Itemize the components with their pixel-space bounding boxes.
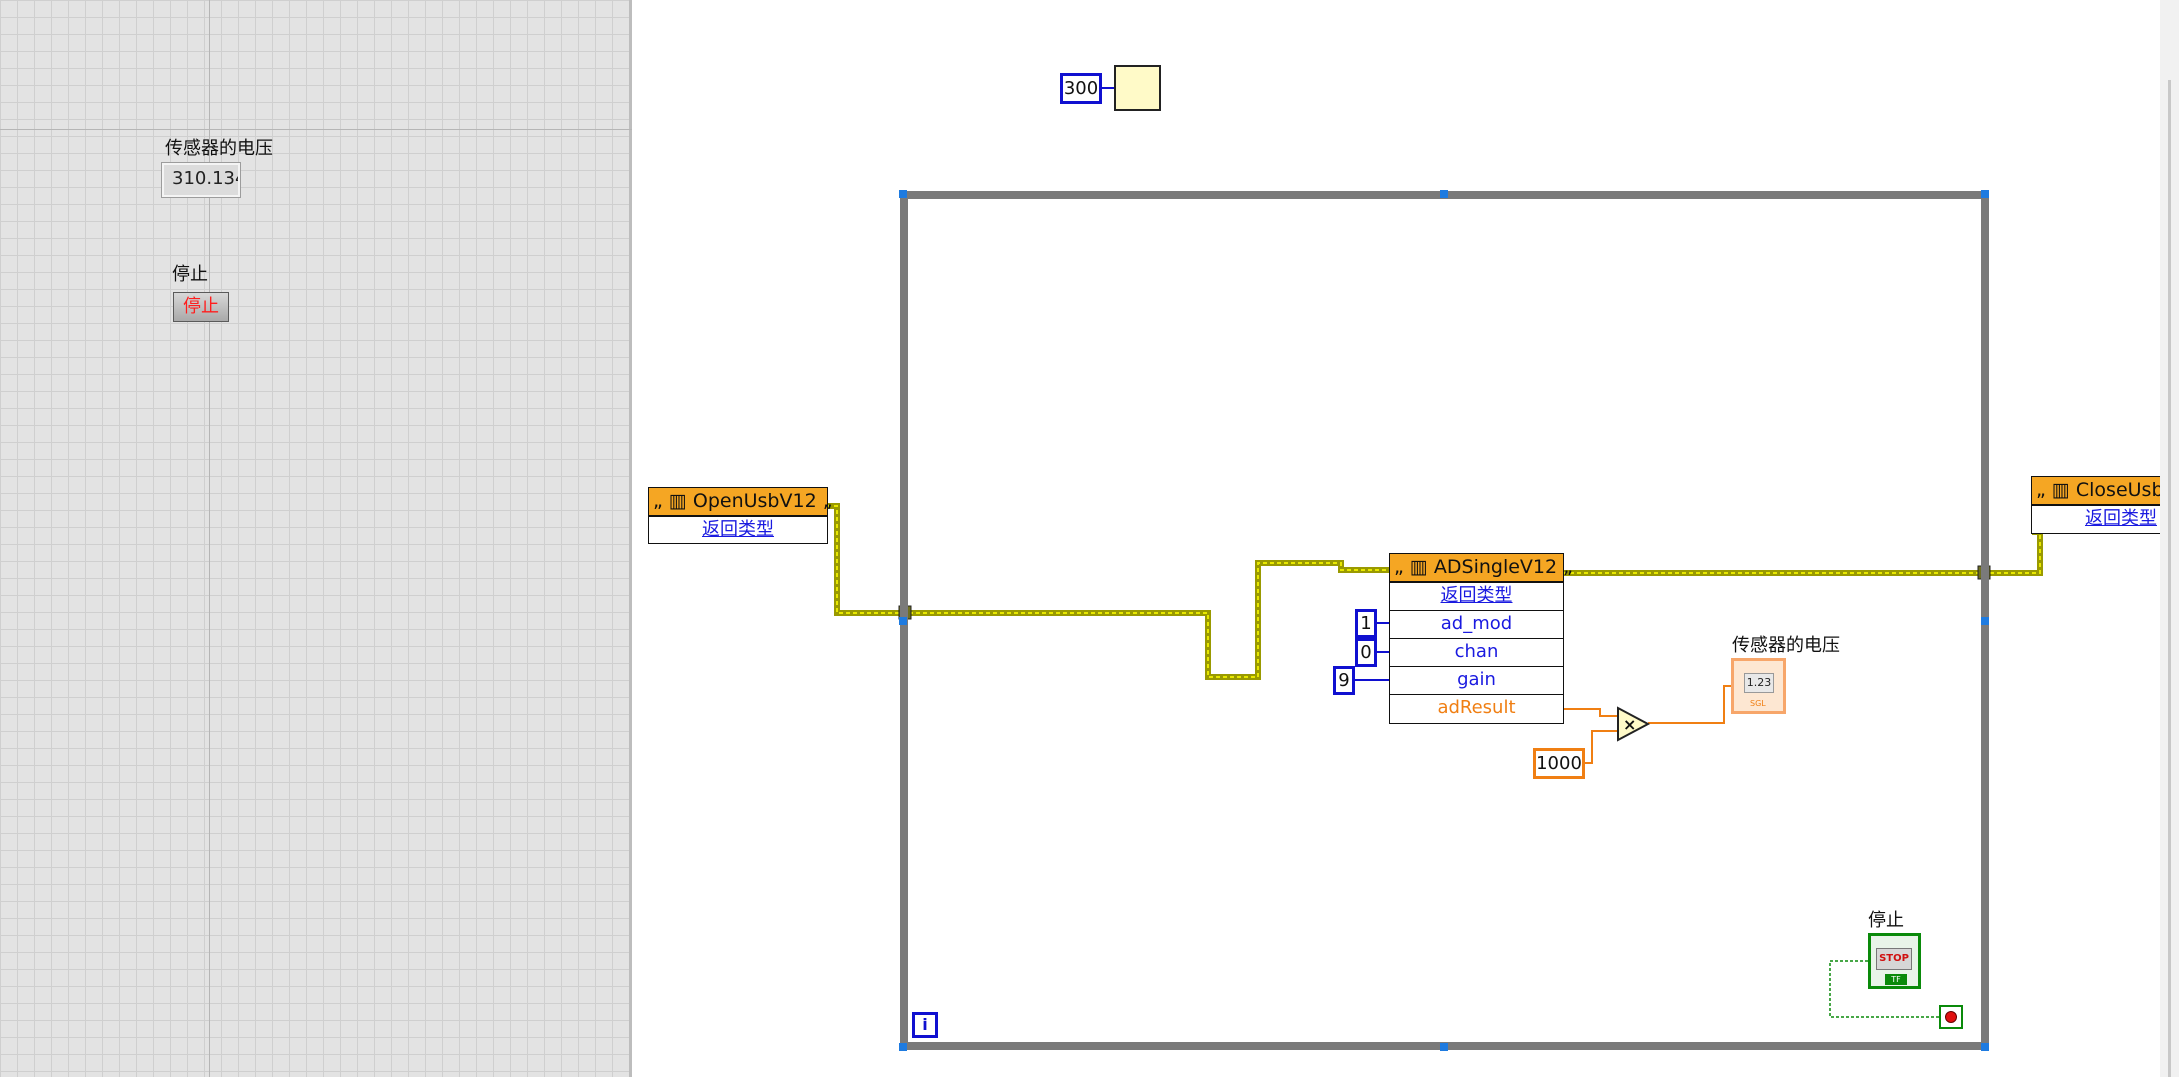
voltage-terminal-label: 传感器的电压: [1732, 635, 1840, 656]
multiplier-constant[interactable]: 1000: [1533, 748, 1585, 779]
ad-result-param[interactable]: adResult: [1390, 694, 1563, 722]
loop-handle[interactable]: [899, 190, 907, 198]
gain-param[interactable]: gain: [1390, 666, 1563, 694]
voltage-indicator-terminal[interactable]: 1.23 SGL: [1731, 658, 1786, 714]
chan-param[interactable]: chan: [1390, 638, 1563, 666]
open-usb-header: „ ▥ OpenUsbV12 „: [649, 488, 833, 516]
numeric-display-icon: 1.23: [1744, 673, 1774, 693]
ad-single-header: „ ▥ ADSingleV12 „: [1390, 554, 1573, 582]
gain-constant[interactable]: 9: [1333, 666, 1355, 695]
close-usb-clip: „ ▥ CloseUsb 返回类型: [2031, 476, 2160, 534]
close-usb-node[interactable]: „ ▥ CloseUsb 返回类型: [2031, 476, 2160, 534]
open-usb-return-type[interactable]: 返回类型: [649, 516, 827, 544]
wait-ms-icon[interactable]: [1114, 65, 1161, 111]
ad-mod-param[interactable]: ad_mod: [1390, 610, 1563, 638]
loop-handle[interactable]: [1440, 190, 1448, 198]
ad-mod-constant[interactable]: 1: [1355, 609, 1377, 638]
stop-terminal-icon[interactable]: [1939, 1005, 1963, 1029]
boolean-type-label: TF: [1885, 974, 1907, 985]
close-usb-header: „ ▥ CloseUsb: [2032, 477, 2160, 505]
close-usb-return-type[interactable]: 返回类型: [2032, 505, 2160, 533]
loop-handle[interactable]: [1981, 190, 1989, 198]
loop-handle[interactable]: [899, 617, 907, 625]
wait-constant[interactable]: 300: [1060, 73, 1102, 104]
loop-handle[interactable]: [1981, 617, 1989, 625]
stop-terminal-label: 停止: [1868, 910, 1904, 931]
dll-call-icon: „ ▥: [1394, 556, 1434, 578]
loop-handle[interactable]: [1440, 1043, 1448, 1051]
dll-call-icon: „ ▥: [653, 490, 693, 512]
vertical-scrollbar[interactable]: [2160, 0, 2179, 1077]
loop-handle[interactable]: [1981, 1043, 1989, 1051]
open-usb-node[interactable]: „ ▥ OpenUsbV12 „ 返回类型: [648, 487, 833, 544]
chan-constant[interactable]: 0: [1355, 638, 1377, 667]
ad-single-node[interactable]: „ ▥ ADSingleV12 „ 返回类型 ad_mod chan gain …: [1389, 553, 1573, 724]
dll-call-icon: „ ▥: [2036, 479, 2076, 501]
sgl-type-label: SGL: [1750, 699, 1766, 708]
iteration-terminal-icon[interactable]: i: [912, 1012, 938, 1038]
ad-return-type[interactable]: 返回类型: [1390, 582, 1563, 610]
loop-handle[interactable]: [899, 1043, 907, 1051]
stop-control-terminal[interactable]: STOP TF: [1868, 933, 1921, 989]
scrollbar-thumb[interactable]: [2168, 80, 2171, 1077]
stop-button-icon: STOP: [1876, 948, 1912, 970]
